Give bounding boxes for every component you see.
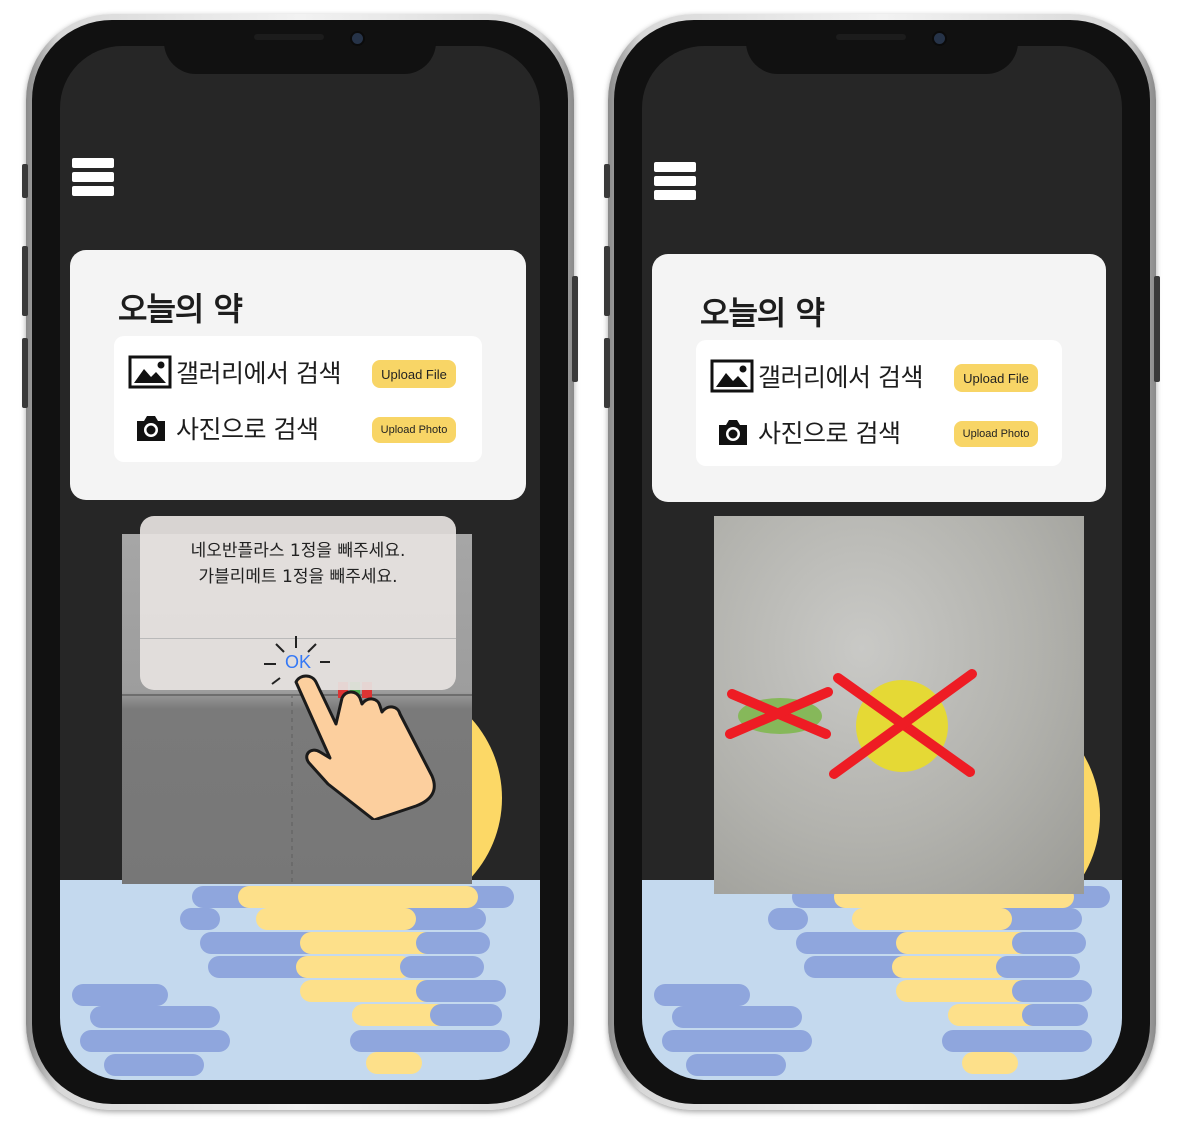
bezel: 오늘의 약 갤러리에서 검색 Upload File 사진으로 검색 Uploa… <box>614 20 1150 1104</box>
tap-hand-icon <box>264 636 436 820</box>
gallery-search-row: 갤러리에서 검색 <box>128 354 341 390</box>
volume-down-button <box>22 338 28 408</box>
gallery-search-label: 갤러리에서 검색 <box>758 363 923 392</box>
search-card: 오늘의 약 갤러리에서 검색 Upload File 사진으로 검색 Uploa… <box>652 254 1106 502</box>
app-title: 오늘의 약 <box>118 290 243 328</box>
photo-search-row: 사진으로 검색 <box>134 410 319 446</box>
mute-switch <box>22 164 28 198</box>
front-camera <box>932 31 947 46</box>
photo-search-label: 사진으로 검색 <box>758 419 901 448</box>
camera-icon <box>137 416 165 441</box>
menu-icon[interactable] <box>72 158 114 200</box>
menu-icon[interactable] <box>654 162 696 204</box>
photo-search-label: 사진으로 검색 <box>176 415 319 444</box>
app-title: 오늘의 약 <box>700 294 825 332</box>
notch <box>746 20 1018 74</box>
dialog-line-1: 네오반플라스 1정을 빼주세요. <box>190 541 406 561</box>
search-options: 갤러리에서 검색 Upload File 사진으로 검색 Upload Phot… <box>696 340 1062 466</box>
gallery-search-row: 갤러리에서 검색 <box>710 358 923 394</box>
pill-photo <box>714 516 1084 894</box>
upload-photo-button[interactable]: Upload Photo <box>954 421 1038 447</box>
upload-file-button[interactable]: Upload File <box>372 360 456 388</box>
volume-up-button <box>22 246 28 316</box>
search-options: 갤러리에서 검색 Upload File 사진으로 검색 Upload Phot… <box>114 336 482 462</box>
gallery-search-label: 갤러리에서 검색 <box>176 359 341 388</box>
dialog-line-2: 가블리메트 1정을 빼주세요. <box>198 567 398 587</box>
search-card: 오늘의 약 갤러리에서 검색 Upload File 사진으로 검색 Uploa… <box>70 250 526 500</box>
phone-right: 오늘의 약 갤러리에서 검색 Upload File 사진으로 검색 Uploa… <box>604 14 1160 1110</box>
speaker <box>836 34 906 40</box>
photo-detail <box>725 669 977 779</box>
front-camera <box>350 31 365 46</box>
volume-up-button <box>604 246 610 316</box>
power-button <box>1154 276 1160 382</box>
mute-switch <box>604 164 610 198</box>
image-icon <box>128 355 172 389</box>
app-screen: 오늘의 약 갤러리에서 검색 Upload File 사진으로 검색 Uploa… <box>642 46 1122 1080</box>
dialog-message: 네오반플라스 1정을 빼주세요. 가블리메트 1정을 빼주세요. <box>140 538 456 590</box>
sea-graphic <box>642 880 1122 1080</box>
phone-left: 오늘의 약 갤러리에서 검색 Upload File 사진으로 검색 Uploa… <box>22 14 578 1110</box>
sea-graphic <box>60 880 540 1080</box>
bezel: 오늘의 약 갤러리에서 검색 Upload File 사진으로 검색 Uploa… <box>32 20 568 1104</box>
photo-search-row: 사진으로 검색 <box>716 414 901 450</box>
app-screen: 오늘의 약 갤러리에서 검색 Upload File 사진으로 검색 Uploa… <box>60 46 540 1080</box>
volume-down-button <box>604 338 610 408</box>
power-button <box>572 276 578 382</box>
camera-icon <box>719 420 747 445</box>
upload-file-button[interactable]: Upload File <box>954 364 1038 392</box>
notch <box>164 20 436 74</box>
image-icon <box>710 359 754 393</box>
speaker <box>254 34 324 40</box>
upload-photo-button[interactable]: Upload Photo <box>372 417 456 443</box>
